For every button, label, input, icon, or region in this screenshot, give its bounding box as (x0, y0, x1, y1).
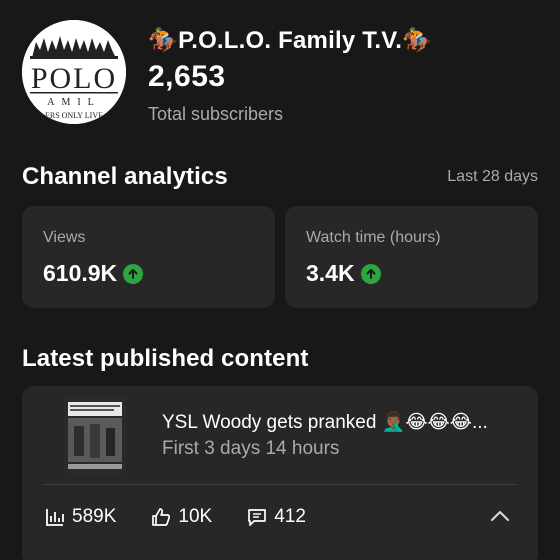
divider (44, 484, 517, 485)
trend-up-icon (360, 263, 381, 284)
analytics-title: Channel analytics (22, 163, 228, 190)
avatar-footer-text: ERS ONLY LIVE (45, 111, 103, 120)
channel-avatar[interactable]: POLO AMIL ERS ONLY LIVE (22, 20, 126, 124)
views-stat-value: 589K (72, 506, 117, 527)
avatar-large-text: POLO (31, 62, 117, 95)
video-period: First 3 days 14 hours (162, 438, 340, 459)
comments-stat-value: 412 (274, 506, 306, 527)
watch-time-value: 3.4K (306, 260, 355, 286)
chevron-up-icon[interactable] (488, 504, 512, 528)
likes-stat: 10K (150, 506, 212, 528)
analytics-period[interactable]: Last 28 days (447, 168, 538, 186)
views-card[interactable]: Views 610.9K (22, 206, 275, 308)
video-title[interactable]: YSL Woody gets pranked 🤦🏾‍♂️😂😂😂... (162, 410, 512, 434)
channel-name[interactable]: 🏇P.O.L.O. Family T.V.🏇 (148, 26, 432, 55)
watch-time-label: Watch time (hours) (306, 229, 441, 246)
video-stats: 589K 10K 412 (44, 506, 340, 528)
watch-time-value-row: 3.4K (306, 260, 381, 287)
bar-chart-icon (46, 509, 64, 526)
trend-up-icon (123, 263, 144, 284)
avatar-small-text: AMIL (47, 97, 101, 108)
polo-logo-icon: POLO AMIL ERS ONLY LIVE (22, 20, 126, 124)
channel-header: POLO AMIL ERS ONLY LIVE 🏇P.O.L.O. Family… (22, 20, 542, 130)
watch-time-card[interactable]: Watch time (hours) 3.4K (285, 206, 538, 308)
views-value: 610.9K (43, 260, 118, 286)
comment-icon (248, 509, 267, 526)
subscriber-label: Total subscribers (148, 104, 284, 124)
subscriber-count: 2,653 (148, 60, 226, 93)
thumbs-up-icon (152, 508, 171, 526)
likes-stat-value: 10K (178, 506, 213, 527)
views-stat: 589K (44, 506, 116, 528)
views-label: Views (43, 229, 86, 246)
latest-content-card[interactable]: YSL Woody gets pranked 🤦🏾‍♂️😂😂😂... First… (22, 386, 538, 560)
views-value-row: 610.9K (43, 260, 144, 287)
latest-content-title: Latest published content (22, 345, 309, 372)
video-thumbnail[interactable] (64, 396, 126, 474)
comments-stat: 412 (246, 506, 306, 528)
